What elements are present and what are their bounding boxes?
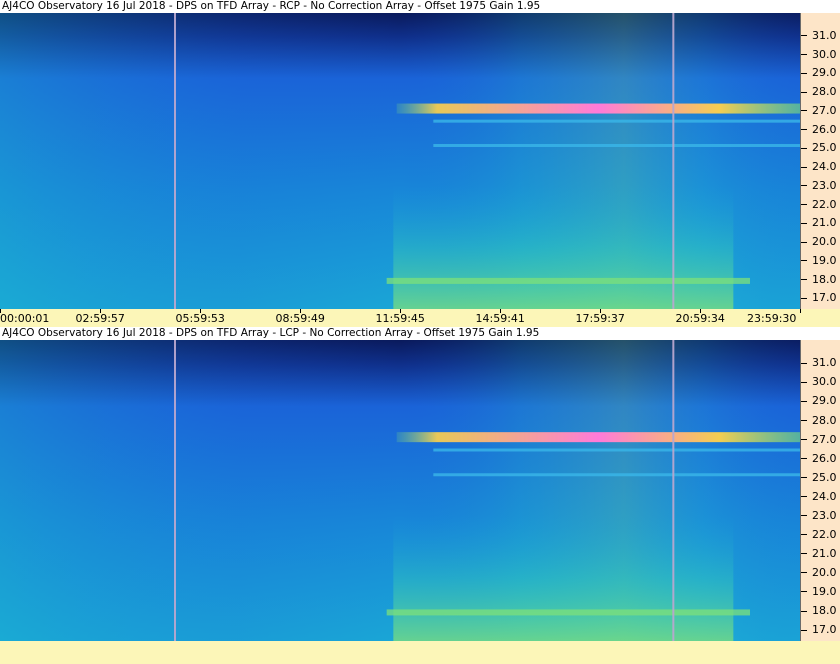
frequency-tick-label: 21.0 bbox=[812, 216, 837, 230]
frequency-tick-label: 19.0 bbox=[812, 253, 837, 267]
afternoon-glow bbox=[393, 185, 734, 309]
frequency-tick-label: 20.0 bbox=[812, 565, 837, 579]
time-tick-label: 02:59:57 bbox=[75, 312, 125, 325]
frequency-tick bbox=[801, 439, 807, 441]
frequency-tick-label: 24.0 bbox=[812, 489, 837, 503]
frequency-tick bbox=[801, 420, 807, 421]
frequency-tick-label: 31.0 bbox=[812, 28, 837, 42]
time-axis-rcp: 00:00:01 02:59:57 05:59:53 08:59:49 11:59:45… bbox=[0, 309, 840, 327]
frequency-tick-label: 28.0 bbox=[812, 85, 837, 99]
time-tick-label: 00:00:01 bbox=[0, 312, 50, 325]
frequency-tick-label: 29.0 bbox=[812, 66, 837, 80]
time-tick-label: 11:59:45 bbox=[375, 312, 425, 325]
frequency-tick-label: 17.0 bbox=[812, 291, 837, 305]
time-marker bbox=[672, 340, 675, 641]
band-27mhz bbox=[396, 103, 800, 114]
frequency-tick-label: 25.0 bbox=[812, 470, 837, 484]
time-tick-label: 05:59:53 bbox=[175, 312, 225, 325]
frequency-tick bbox=[801, 241, 807, 243]
frequency-tick bbox=[801, 515, 807, 517]
frequency-tick bbox=[801, 400, 807, 402]
frequency-tick bbox=[801, 279, 807, 281]
frequency-axis-rcp: 31.0 30.0 29.0 28.0 27.0 26.0 25.0 24.0 23.0 22.0… bbox=[800, 13, 840, 309]
frequency-tick-label: 26.0 bbox=[812, 122, 837, 136]
frequency-tick bbox=[801, 458, 807, 460]
time-tick-label: 14:59:41 bbox=[475, 312, 525, 325]
frequency-tick bbox=[801, 553, 807, 555]
frequency-tick-label: 18.0 bbox=[812, 272, 837, 286]
frequency-tick bbox=[801, 260, 807, 262]
frequency-tick bbox=[801, 147, 807, 149]
frequency-tick-label: 31.0 bbox=[812, 356, 837, 370]
frequency-tick bbox=[801, 477, 807, 479]
band-line bbox=[433, 473, 800, 477]
band-line bbox=[433, 448, 800, 452]
time-marker bbox=[174, 13, 176, 309]
time-tick-label: 08:59:49 bbox=[275, 312, 325, 325]
band-18mhz bbox=[386, 277, 750, 284]
frequency-tick bbox=[801, 362, 807, 364]
frequency-tick bbox=[801, 91, 807, 93]
frequency-tick bbox=[801, 496, 807, 498]
frequency-tick-label: 21.0 bbox=[812, 546, 837, 560]
frequency-tick-label: 18.0 bbox=[812, 604, 837, 618]
frequency-tick-label: 17.0 bbox=[812, 623, 837, 637]
frequency-tick bbox=[801, 72, 807, 74]
frequency-tick bbox=[801, 591, 807, 593]
frequency-tick-label: 25.0 bbox=[812, 141, 837, 155]
frequency-tick bbox=[801, 54, 807, 56]
frequency-tick-label: 22.0 bbox=[812, 197, 837, 211]
frequency-tick-label: 24.0 bbox=[812, 160, 837, 174]
frequency-tick bbox=[801, 610, 807, 612]
frequency-tick-label: 26.0 bbox=[812, 451, 837, 465]
panel-1-title: AJ4CO Observatory 16 Jul 2018 - DPS on T… bbox=[0, 0, 840, 13]
spectrogram-canvas bbox=[0, 13, 800, 309]
band-18mhz bbox=[386, 609, 750, 616]
time-marker bbox=[174, 340, 176, 641]
frequency-tick bbox=[801, 185, 807, 187]
frequency-tick bbox=[801, 222, 807, 224]
panel-2-title: AJ4CO Observatory 16 Jul 2018 - DPS on T… bbox=[0, 327, 840, 340]
spectrogram-lcp bbox=[0, 340, 800, 641]
frequency-tick-label: 19.0 bbox=[812, 584, 837, 598]
frequency-tick bbox=[801, 572, 807, 574]
frequency-tick bbox=[801, 110, 807, 112]
frequency-tick bbox=[801, 35, 807, 37]
time-marker bbox=[672, 13, 675, 309]
frequency-tick-label: 23.0 bbox=[812, 508, 837, 522]
frequency-tick bbox=[801, 629, 807, 631]
frequency-tick bbox=[801, 381, 807, 383]
frequency-tick-label: 28.0 bbox=[812, 413, 837, 427]
frequency-tick-label: 27.0 bbox=[812, 432, 837, 446]
frequency-tick bbox=[801, 204, 807, 206]
time-tick-label: 20:59:34 bbox=[675, 312, 725, 325]
frequency-tick-label: 29.0 bbox=[812, 394, 837, 408]
frequency-tick-label: 27.0 bbox=[812, 103, 837, 117]
frequency-tick bbox=[801, 129, 807, 131]
frequency-tick bbox=[801, 166, 807, 168]
spectrogram-rcp bbox=[0, 13, 800, 309]
time-tick-label: 17:59:37 bbox=[575, 312, 625, 325]
frequency-axis-lcp: 31.0 30.0 29.0 28.0 27.0 26.0 25.0 24.0 23.0 22.0… bbox=[800, 340, 840, 641]
spectrogram-canvas bbox=[0, 340, 800, 641]
frequency-tick-label: 22.0 bbox=[812, 527, 837, 541]
frequency-tick-label: 30.0 bbox=[812, 375, 837, 389]
time-tick bbox=[800, 309, 801, 313]
band-line bbox=[433, 144, 800, 148]
frequency-tick-label: 30.0 bbox=[812, 47, 837, 61]
frequency-tick-label: 20.0 bbox=[812, 235, 837, 249]
time-tick-label: 23:59:30 bbox=[747, 312, 797, 325]
band-27mhz bbox=[396, 432, 800, 443]
frequency-tick-label: 23.0 bbox=[812, 178, 837, 192]
time-axis-lcp bbox=[0, 641, 840, 664]
frequency-tick bbox=[801, 297, 807, 299]
frequency-tick bbox=[801, 534, 807, 536]
afternoon-glow bbox=[393, 515, 734, 641]
band-line bbox=[433, 119, 800, 123]
